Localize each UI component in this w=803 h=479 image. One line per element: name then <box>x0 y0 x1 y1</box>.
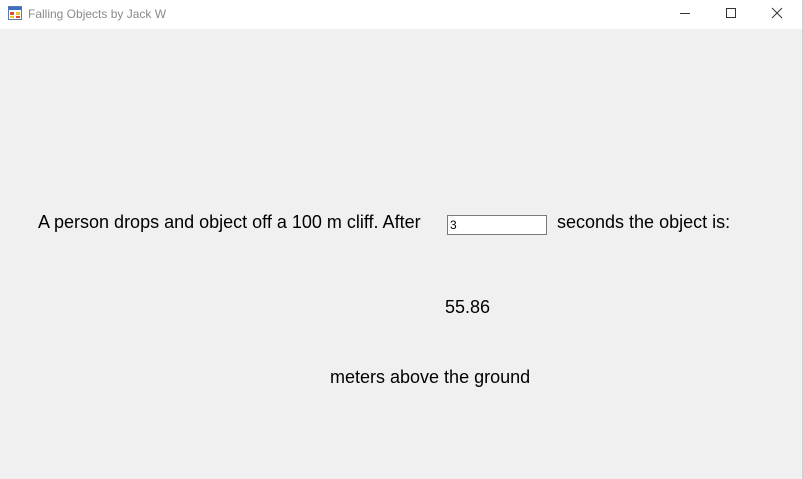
close-button[interactable] <box>754 0 800 29</box>
prompt-label-after: seconds the object is: <box>557 212 731 232</box>
app-window: Falling Objects by Jack W A person drops… <box>0 0 803 479</box>
result-unit-label: meters above the ground <box>330 367 531 387</box>
form-icon <box>8 6 22 20</box>
minimize-button[interactable] <box>662 0 708 29</box>
window-title: Falling Objects by Jack W <box>28 7 167 21</box>
result-value: 55.86 <box>445 297 491 317</box>
title-bar[interactable]: Falling Objects by Jack W <box>0 0 802 29</box>
maximize-icon <box>725 6 737 24</box>
minimize-icon <box>679 6 691 24</box>
close-icon <box>771 6 783 24</box>
maximize-button[interactable] <box>708 0 754 29</box>
seconds-input[interactable] <box>447 215 547 235</box>
prompt-label-before: A person drops and object off a 100 m cl… <box>38 212 421 232</box>
